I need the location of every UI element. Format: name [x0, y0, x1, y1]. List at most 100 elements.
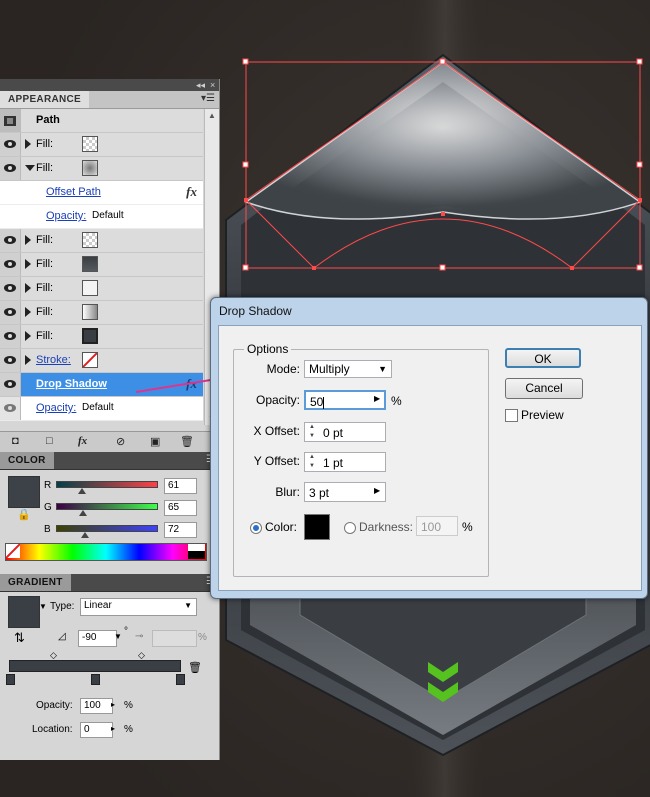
eye-icon[interactable] — [4, 332, 16, 340]
mode-select[interactable]: Multiply ▼ — [304, 360, 392, 378]
darkness-input[interactable]: 100 — [416, 516, 458, 536]
b-thumb[interactable] — [81, 532, 89, 538]
eye-icon[interactable] — [4, 260, 16, 268]
opacity-dropdown-icon[interactable]: ▸ — [111, 700, 115, 709]
ok-button[interactable]: OK — [505, 348, 581, 368]
g-value-input[interactable]: 65 — [164, 500, 197, 516]
opacity-link[interactable]: Opacity: — [46, 210, 86, 222]
blur-dropdown-icon[interactable]: ▶ — [374, 486, 380, 495]
eye-icon[interactable] — [4, 164, 16, 172]
expand-triangle-icon[interactable] — [25, 259, 31, 269]
opacity-dropdown-icon[interactable]: ▶ — [374, 394, 380, 403]
gradient-stop[interactable] — [176, 674, 185, 685]
eye-icon[interactable] — [4, 356, 16, 364]
expand-triangle-icon[interactable] — [25, 235, 31, 245]
expand-triangle-icon[interactable] — [25, 331, 31, 341]
clear-icon[interactable]: ⊘ — [116, 435, 125, 448]
eye-icon[interactable] — [4, 140, 16, 148]
eye-icon[interactable] — [4, 404, 16, 412]
close-icon[interactable]: × — [210, 79, 215, 91]
eye-icon[interactable] — [4, 380, 16, 388]
appearance-row[interactable]: Fill: — [0, 277, 203, 301]
fill-swatch[interactable] — [82, 304, 98, 320]
scroll-up-icon[interactable]: ▲ — [208, 111, 216, 120]
color-radio[interactable] — [250, 522, 262, 534]
spinner-icon[interactable]: ▲ ▼ — [306, 453, 318, 471]
expand-triangle-icon[interactable] — [25, 283, 31, 293]
gradient-stop[interactable] — [6, 674, 15, 685]
panel-menu-icon[interactable]: ▾☰ — [201, 93, 215, 104]
tab-gradient[interactable]: GRADIENT — [0, 574, 71, 591]
stroke-swatch[interactable] — [82, 352, 98, 368]
chevron-down-icon: ▼ — [378, 364, 387, 374]
expand-triangle-icon[interactable] — [25, 355, 31, 365]
gradient-stop[interactable] — [91, 674, 100, 685]
angle-dropdown-icon[interactable]: ▼ — [114, 632, 122, 641]
offset-path-link[interactable]: Offset Path — [46, 186, 101, 198]
r-value-input[interactable]: 61 — [164, 478, 197, 494]
new-art-icon[interactable]: ◘ — [12, 435, 19, 447]
gradient-panel: GRADIENT ☰ ▼ Type: Linear ▼ ⇅ ◿ -90 ▼ ° … — [0, 574, 220, 760]
expand-triangle-icon[interactable] — [25, 139, 31, 149]
appearance-effect-row[interactable]: Offset Path fx — [0, 181, 203, 205]
reverse-gradient-icon[interactable]: ⇅ — [14, 630, 25, 646]
darkness-radio[interactable] — [344, 522, 356, 534]
add-effect-icon[interactable]: fx — [78, 435, 87, 447]
collapse-triangle-icon[interactable] — [25, 165, 35, 171]
appearance-row[interactable]: Fill: — [0, 157, 203, 181]
tab-appearance[interactable]: APPEARANCE — [0, 91, 90, 108]
duplicate-icon[interactable]: ▣ — [150, 435, 160, 448]
eye-icon[interactable] — [4, 284, 16, 292]
preview-checkbox[interactable] — [505, 409, 518, 422]
x-offset-input[interactable]: ▲ ▼ 0 pt — [304, 422, 386, 442]
fill-swatch[interactable] — [82, 232, 98, 248]
chevron-down-icon[interactable]: ▼ — [39, 602, 47, 611]
appearance-opacity-row[interactable]: Opacity: Default — [0, 397, 203, 421]
angle-input[interactable]: -90 — [78, 630, 117, 647]
tab-color[interactable]: COLOR — [0, 452, 54, 469]
panel-titlebar[interactable]: ◂◂ × — [0, 79, 219, 91]
appearance-row[interactable]: Fill: — [0, 229, 203, 253]
appearance-row[interactable]: Fill: — [0, 133, 203, 157]
opacity-link[interactable]: Opacity: — [36, 402, 76, 414]
fill-swatch[interactable] — [82, 160, 98, 176]
fx-icon[interactable]: fx — [186, 184, 197, 200]
lock-icon[interactable]: 🔒 — [17, 508, 31, 521]
eye-icon[interactable] — [4, 236, 16, 244]
location-dropdown-icon[interactable]: ▸ — [111, 724, 115, 733]
drop-shadow-link[interactable]: Drop Shadow — [36, 378, 107, 390]
appearance-row[interactable]: Fill: — [0, 301, 203, 325]
b-value-input[interactable]: 72 — [164, 522, 197, 538]
spinner-icon[interactable]: ▲ ▼ — [306, 423, 318, 441]
y-offset-input[interactable]: ▲ ▼ 1 pt — [304, 452, 386, 472]
r-thumb[interactable] — [78, 488, 86, 494]
stroke-link[interactable]: Stroke: — [36, 354, 71, 366]
fill-swatch[interactable] — [82, 280, 98, 296]
none-color-icon[interactable] — [5, 543, 21, 559]
aspect-ratio-input[interactable] — [152, 630, 197, 647]
color-spectrum[interactable] — [5, 543, 207, 561]
appearance-row[interactable]: Fill: — [0, 253, 203, 277]
fill-color-swatch[interactable] — [8, 476, 40, 508]
appearance-path-row[interactable]: Path — [0, 109, 203, 133]
shadow-color-swatch[interactable] — [304, 514, 330, 540]
gradient-slider[interactable] — [9, 660, 181, 672]
fill-swatch[interactable] — [82, 256, 98, 272]
appearance-opacity-row[interactable]: Opacity: Default — [0, 205, 203, 229]
trash-icon[interactable]: 🗑 — [188, 661, 202, 674]
collapse-icon[interactable]: ◂◂ — [196, 79, 205, 91]
add-stroke-icon[interactable]: □ — [46, 435, 53, 447]
fill-swatch[interactable] — [82, 328, 98, 344]
g-thumb[interactable] — [79, 510, 87, 516]
type-select[interactable]: Linear ▼ — [80, 598, 197, 616]
gradient-preview-swatch[interactable] — [8, 596, 40, 628]
opacity-input[interactable]: 100 — [80, 698, 113, 714]
eye-icon[interactable] — [4, 308, 16, 316]
appearance-row[interactable]: Fill: — [0, 325, 203, 349]
fill-swatch[interactable] — [82, 136, 98, 152]
location-input[interactable]: 0 — [80, 722, 113, 738]
expand-triangle-icon[interactable] — [25, 307, 31, 317]
options-group: Options Mode: Multiply ▼ Opacity: 50 ▶ %… — [233, 342, 489, 577]
cancel-button[interactable]: Cancel — [505, 378, 583, 399]
trash-icon[interactable]: 🗑 — [180, 435, 194, 448]
